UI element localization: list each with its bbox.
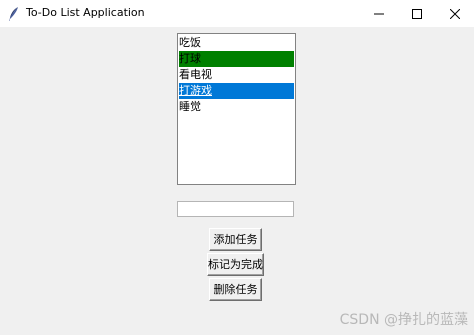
- window-title: To-Do List Application: [26, 6, 145, 19]
- close-button[interactable]: [436, 0, 474, 27]
- close-icon: [449, 4, 461, 23]
- task-listbox[interactable]: 吃饭 打球 看电视 打游戏 睡觉: [177, 33, 296, 185]
- watermark-text: CSDN @挣扎的蓝藻: [339, 312, 468, 328]
- task-item[interactable]: 看电视: [179, 67, 294, 83]
- task-item[interactable]: 睡觉: [179, 99, 294, 115]
- maximize-button[interactable]: [398, 0, 436, 27]
- mark-done-button[interactable]: 标记为完成: [207, 253, 264, 276]
- task-item-selected[interactable]: 打游戏: [179, 83, 294, 99]
- maximize-icon: [412, 4, 422, 23]
- task-item[interactable]: 吃饭: [179, 35, 294, 51]
- delete-task-button[interactable]: 删除任务: [209, 278, 262, 301]
- task-item-completed[interactable]: 打球: [179, 51, 294, 67]
- title-bar: To-Do List Application: [0, 0, 474, 27]
- feather-icon: [8, 6, 20, 21]
- task-entry-field[interactable]: [177, 201, 294, 217]
- minimize-button[interactable]: [360, 0, 398, 27]
- minimize-icon: [374, 4, 384, 23]
- add-task-button[interactable]: 添加任务: [209, 228, 262, 251]
